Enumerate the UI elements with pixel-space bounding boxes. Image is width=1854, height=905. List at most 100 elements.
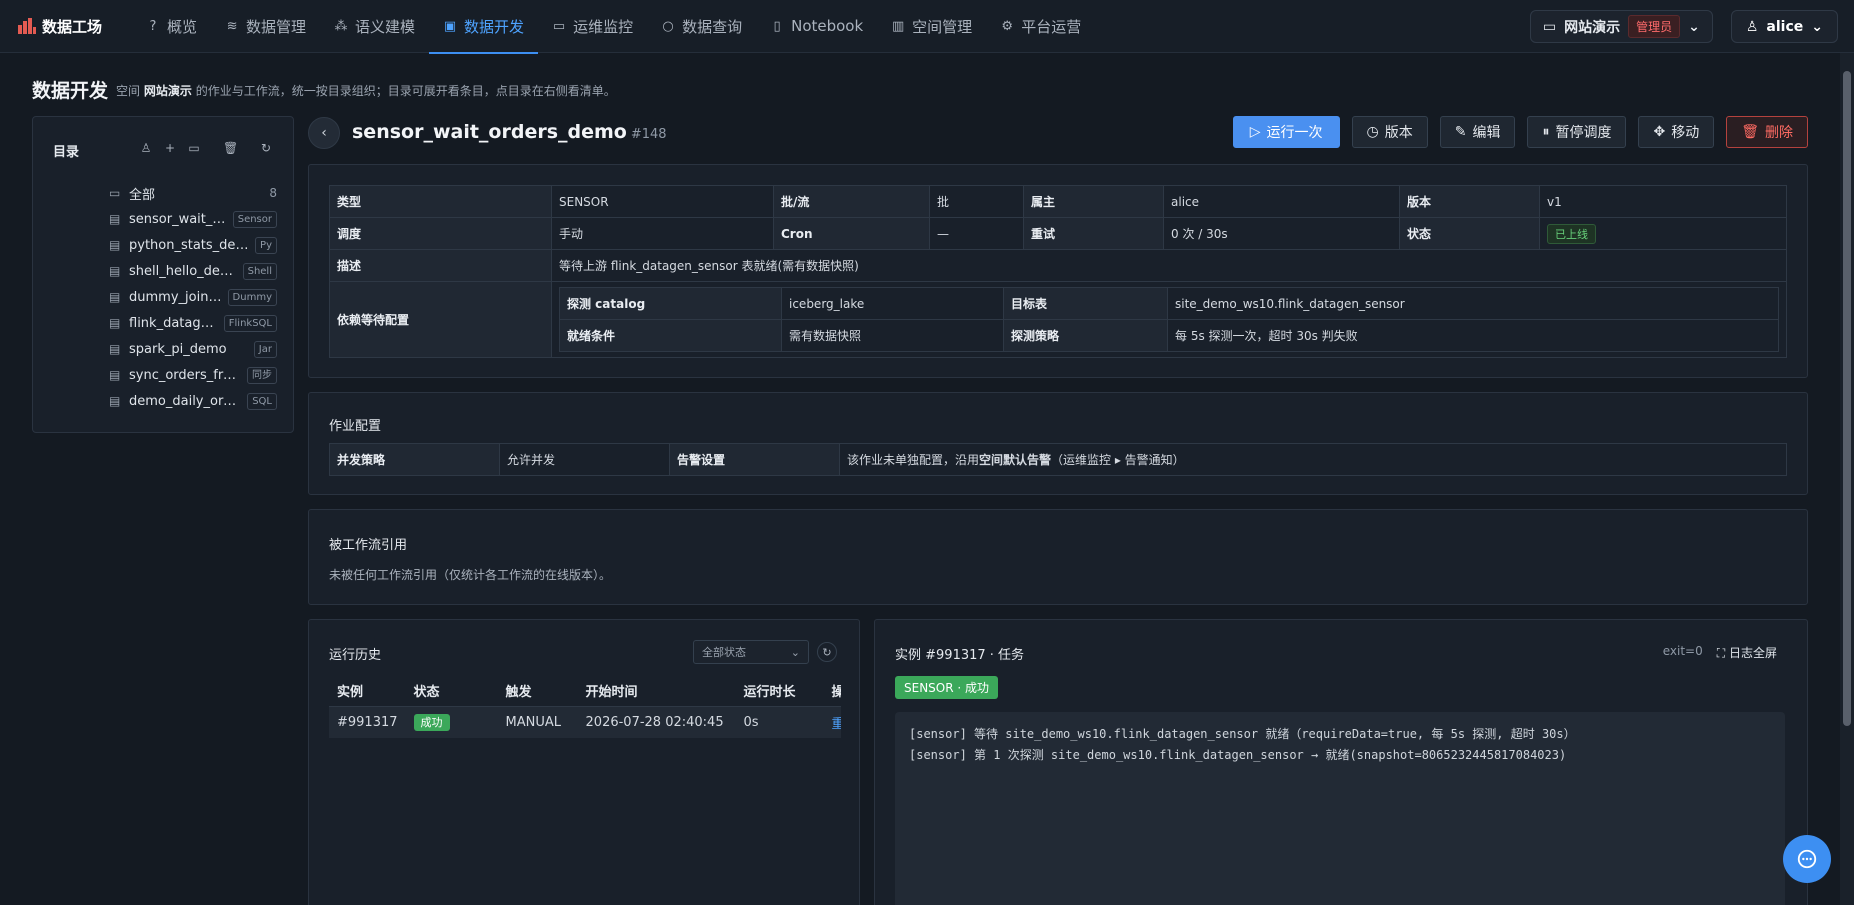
delete-button[interactable]: 🗑 删除 — [1726, 116, 1808, 148]
version-button[interactable]: ◷ 版本 — [1351, 116, 1428, 148]
cell-status: 成功 — [405, 706, 498, 738]
tree-item-label: spark_pi_demo — [129, 341, 227, 357]
user-name: alice — [1766, 18, 1804, 35]
job-actions: ▷ 运行一次 ◷ 版本 ✎ 编辑 ⏸ 暂停调度 ✥ 移动 🗑 删除 — [1232, 116, 1808, 148]
scroll-thumb[interactable] — [1843, 71, 1851, 726]
history-title: 运行历史 — [329, 648, 382, 663]
tree-item[interactable]: ▤ sensor_wait_orders_demo Sensor — [77, 206, 277, 232]
pencil-icon: ✎ — [1454, 124, 1467, 140]
tree-item-tag: Py — [255, 236, 277, 254]
move-button[interactable]: ✥ 移动 — [1638, 116, 1715, 148]
rerun-link[interactable]: 重跑 — [823, 706, 841, 738]
tree-item[interactable]: ▤ dummy_join_demo Dummy — [77, 284, 277, 310]
run-once-button[interactable]: ▷ 运行一次 — [1232, 116, 1340, 148]
space-name: 网站演示 — [1564, 19, 1621, 36]
edit-button[interactable]: ✎ 编辑 — [1439, 116, 1516, 148]
label-catalog: 探测 catalog — [559, 287, 782, 320]
tree-item[interactable]: ▤ sync_orders_from_mysql 同步 — [77, 362, 277, 388]
value-alert: 该作业未单独配置，沿用空间默认告警（运维监控 ▸ 告警通知） — [839, 443, 1787, 476]
config-title: 作业配置 — [329, 419, 382, 434]
button-label: 版本 — [1384, 125, 1413, 141]
compass-icon: ? — [149, 18, 157, 34]
clock-icon: ◷ — [1366, 124, 1379, 140]
add-icon[interactable]: + — [163, 141, 177, 155]
tab-notebook[interactable]: ▯ Notebook — [756, 0, 877, 53]
file-icon: ▤ — [109, 368, 121, 382]
log-fullscreen-button[interactable]: ⛶ 日志全屏 — [1717, 644, 1777, 661]
value-ready-condition: 需有数据快照 — [781, 319, 1004, 352]
folder-icon: ▭ — [109, 186, 121, 200]
value-schedule: 手动 — [551, 217, 774, 250]
status-badge: 成功 — [413, 714, 450, 732]
tab-platform-ops[interactable]: ⚙ 平台运营 — [986, 0, 1095, 53]
status-badge: 已上线 — [1547, 223, 1596, 244]
history-refresh-button[interactable]: ↻ — [817, 642, 837, 662]
alert-default: 空间默认告警 — [979, 453, 1052, 467]
directory-tree: ▭ 全部 8 ▤ sensor_wait_orders_demo Sensor … — [77, 180, 277, 414]
directory-sidebar: 目录 ♙ + ▭ 🗑 ↻ ▭ 全部 8 ▤ sensor_wait_orders… — [32, 116, 294, 433]
nav-tabs: ? 概览 ≋ 数据管理 ⁂ 语义建模 ▣ 数据开发 ▭ 运维监控 ○ 数据查询 ▯ Noteb… — [132, 0, 1095, 54]
run-history-card: 运行历史 全部状态 ⌄ ↻ 实例 状态 触发 开始时间 运行时长 操作 #991… — [308, 619, 860, 905]
label-alert: 告警设置 — [669, 443, 840, 476]
user-filter-icon[interactable]: ♙ — [139, 141, 153, 155]
tab-ops-monitoring[interactable]: ▭ 运维监控 — [538, 0, 647, 53]
job-info-table: 类型 SENSOR 批/流 批 属主 alice 版本 v1 调度 手动 Cro… — [329, 185, 1787, 358]
label-dependency: 依赖等待配置 — [329, 281, 552, 358]
back-button[interactable]: ‹ — [308, 117, 340, 149]
user-menu[interactable]: ♙ alice ⌄ — [1730, 10, 1838, 43]
refresh-icon[interactable]: ↻ — [259, 141, 273, 155]
job-name: sensor_wait_orders_demo — [352, 121, 627, 143]
job-id: #148 — [630, 127, 667, 142]
tree-item[interactable]: ▤ shell_hello_demo Shell — [77, 258, 277, 284]
brand[interactable]: 数据工场 — [18, 16, 132, 37]
button-label: 移动 — [1671, 125, 1700, 141]
label-retry: 重试 — [1023, 217, 1164, 250]
tree-item[interactable]: ▤ spark_pi_demo Jar — [77, 336, 277, 362]
tab-data-query[interactable]: ○ 数据查询 — [647, 0, 756, 53]
tab-data-development[interactable]: ▣ 数据开发 — [429, 0, 539, 54]
monitor-icon: ▭ — [552, 18, 566, 34]
button-label: 编辑 — [1472, 125, 1501, 141]
log-line: [sensor] 第 1 次探测 site_demo_ws10.flink_da… — [909, 748, 1567, 762]
log-title: 实例 #991317 · 任务 — [895, 648, 1025, 663]
page-scrollbar[interactable] — [1840, 53, 1854, 905]
search-icon: ○ — [662, 18, 674, 34]
chevron-down-icon: ⌄ — [1688, 18, 1700, 35]
new-folder-icon[interactable]: ▭ — [187, 141, 201, 155]
file-icon: ▤ — [109, 238, 121, 252]
refs-text: 未被任何工作流引用（仅统计各工作流的在线版本）。 — [329, 568, 612, 582]
tab-label: 数据管理 — [246, 17, 307, 36]
tab-data-management[interactable]: ≋ 数据管理 — [211, 0, 320, 53]
file-icon: ▤ — [109, 212, 121, 226]
log-output: [sensor] 等待 site_demo_ws10.flink_datagen… — [895, 712, 1785, 905]
tree-item-tag: Shell — [242, 262, 277, 280]
pause-schedule-button[interactable]: ⏸ 暂停调度 — [1527, 116, 1627, 148]
tab-semantic-modeling[interactable]: ⁂ 语义建模 — [320, 0, 429, 53]
trash-icon[interactable]: 🗑 — [223, 141, 238, 155]
file-icon: ▤ — [109, 342, 121, 356]
file-icon: ▤ — [109, 290, 121, 304]
tree-item[interactable]: ▤ python_stats_demo Py — [77, 232, 277, 258]
top-nav: 数据工场 ? 概览 ≋ 数据管理 ⁂ 语义建模 ▣ 数据开发 ▭ 运维监控 ○ 数据查询 ▯… — [0, 0, 1854, 54]
tree-item-label: python_stats_demo — [129, 237, 250, 253]
value-batch-stream: 批 — [929, 185, 1024, 218]
file-icon: ▤ — [109, 394, 121, 408]
label-schedule: 调度 — [329, 217, 552, 250]
cell-start-time: 2026-07-28 02:40:45 — [577, 706, 736, 738]
tree-item[interactable]: ▤ demo_daily_orders SQL — [77, 388, 277, 414]
tree-item-tag: Sensor — [232, 210, 277, 228]
space-selector[interactable]: ▭ 网站演示 管理员 ⌄ — [1529, 10, 1713, 43]
column-header: 开始时间 — [577, 676, 736, 707]
tree-item-label: flink_datagen_sensor — [129, 315, 218, 331]
tab-overview[interactable]: ? 概览 — [132, 0, 211, 53]
chat-button[interactable] — [1783, 835, 1831, 883]
tree-root-all[interactable]: ▭ 全部 8 — [77, 180, 277, 206]
label-ready-condition: 就绪条件 — [559, 319, 782, 352]
tree-item[interactable]: ▤ flink_datagen_sensor FlinkSQL — [77, 310, 277, 336]
table-row[interactable]: #991317 成功 MANUAL 2026-07-28 02:40:45 0s… — [329, 706, 841, 738]
pause-icon: ⏸ — [1542, 124, 1550, 140]
tab-space-management[interactable]: ▥ 空间管理 — [877, 0, 986, 53]
status-filter-select[interactable]: 全部状态 ⌄ — [693, 640, 809, 664]
history-table-wrap: 实例 状态 触发 开始时间 运行时长 操作 #991317 成功 MANUAL … — [329, 676, 841, 738]
play-icon: ▷ — [1249, 124, 1261, 140]
